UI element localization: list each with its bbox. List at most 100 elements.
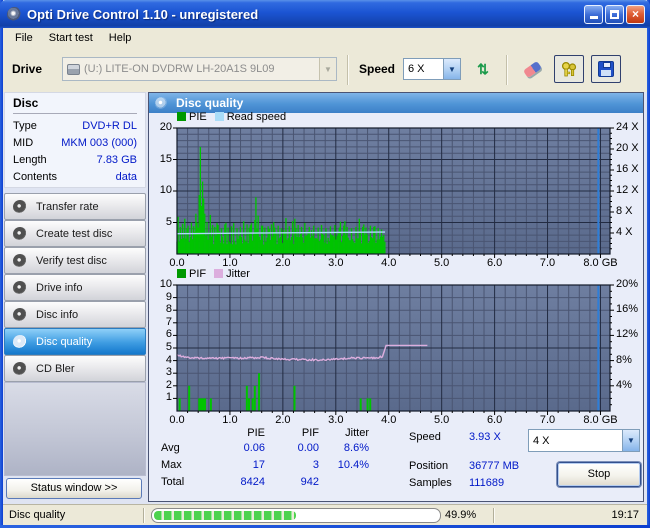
main-panel-title: Disc quality: [176, 96, 244, 110]
sidebar-item-disc-info[interactable]: Disc info: [4, 301, 146, 328]
close-button[interactable]: ×: [626, 5, 645, 24]
y2-tick-label: 20%: [616, 278, 639, 290]
refresh-drives-button[interactable]: ⇅: [468, 55, 498, 83]
minimize-button[interactable]: [584, 5, 603, 24]
erase-disc-button[interactable]: [517, 55, 547, 83]
sidebar-item-label: Transfer rate: [36, 200, 99, 213]
sidebar-item-drive-info[interactable]: Drive info: [4, 274, 146, 301]
disc-icon: [155, 96, 168, 110]
drive-label: Drive: [12, 62, 43, 76]
sidebar-item-label: Create test disc: [36, 227, 113, 240]
window-title: Opti Drive Control 1.10 - unregistered: [27, 6, 259, 22]
y2-tick-label: 12%: [616, 328, 639, 341]
pie-legend-swatch: [177, 112, 186, 121]
y-tick-label: 10: [159, 278, 172, 290]
menu-start-test[interactable]: Start test: [41, 30, 101, 46]
toolbar-separator: [506, 55, 508, 85]
title-bar: Opti Drive Control 1.10 - unregistered ×: [0, 0, 650, 28]
disc-length-label: Length: [13, 154, 47, 166]
y-tick-label: 10: [159, 184, 172, 196]
y2-tick-label: 12 X: [616, 184, 639, 196]
chevron-down-icon: ▼: [622, 430, 639, 451]
menu-bar: File Start test Help: [3, 28, 647, 47]
disc-icon: [13, 334, 27, 349]
divider: [13, 113, 137, 114]
main-panel: Disc quality PIE Read speed 5 10 15 20 4 X8 …: [148, 92, 644, 502]
app-window: Opti Drive Control 1.10 - unregistered ×…: [0, 0, 650, 528]
disc-info-row: Contents data: [13, 169, 137, 186]
y-tick-label: 7: [165, 315, 172, 328]
main-panel-header: Disc quality: [149, 93, 643, 113]
save-button[interactable]: [591, 55, 621, 83]
sidebar-item-label: Disc quality: [36, 335, 93, 348]
sidebar-item-label: CD Bler: [36, 362, 75, 375]
stats-header-pie: PIE: [247, 427, 265, 439]
menu-help[interactable]: Help: [101, 30, 140, 46]
toolbar-separator: [347, 55, 349, 85]
menu-file[interactable]: File: [7, 30, 41, 46]
statusbar-separator: [143, 507, 145, 523]
speed-stat-value: 3.93 X: [469, 431, 501, 443]
legend-label: PIE: [189, 110, 207, 123]
y-tick-label: 9: [165, 290, 172, 303]
disc-icon: [13, 226, 27, 241]
status-window-button[interactable]: Status window >>: [6, 478, 142, 499]
stats-avg-pie: 0.06: [243, 442, 265, 454]
read-speed-legend-swatch: [214, 112, 224, 121]
speed-select[interactable]: 6 X ▼: [403, 58, 461, 80]
sidebar-item-cd-bler[interactable]: CD Bler: [4, 355, 146, 382]
minimize-icon: [589, 16, 598, 19]
y-tick-label: 2: [165, 378, 172, 391]
legend-label: PIF: [189, 267, 207, 280]
test-speed-select[interactable]: 4 X ▼: [528, 429, 640, 452]
drive-select-value: (U:) LITE-ON DVDRW LH-20A1S 9L09: [84, 63, 275, 75]
sidebar-item-label: Disc info: [36, 308, 79, 321]
status-bar: Disc quality 49.9% 19:17: [3, 504, 647, 525]
drive-select[interactable]: (U:) LITE-ON DVDRW LH-20A1S 9L09 ▼: [62, 57, 337, 81]
y-tick-label: 5: [165, 341, 172, 353]
toolbar: Drive (U:) LITE-ON DVDRW LH-20A1S 9L09 ▼…: [3, 47, 647, 92]
progress-percent: 49.9%: [445, 509, 477, 521]
register-button[interactable]: [554, 55, 584, 83]
progress-bar: [151, 507, 441, 523]
keys-icon: [561, 61, 576, 76]
disc-contents-label: Contents: [13, 171, 58, 183]
floppy-icon: [598, 61, 614, 77]
stop-button[interactable]: Stop: [557, 462, 641, 487]
position-stat-label: Position: [409, 460, 449, 472]
y2-tick-label: 20 X: [616, 142, 639, 154]
y-tick-label: 3: [165, 366, 172, 379]
speed-select-value: 6 X: [408, 63, 425, 75]
disc-info-row: Type DVD+R DL: [13, 118, 137, 135]
y2-tick-label: 4 X: [616, 226, 633, 238]
stats-max-pie: 17: [252, 459, 265, 471]
stats-row-label: Total: [161, 476, 185, 488]
refresh-icon: ⇅: [477, 60, 489, 77]
sidebar-item-create-test-disc[interactable]: Create test disc: [4, 220, 146, 247]
stats-total-pie: 8424: [240, 476, 265, 488]
y-tick-label: 6: [165, 328, 172, 341]
disc-length-value: 7.83 GB: [96, 154, 137, 166]
statusbar-mode: Disc quality: [9, 509, 66, 521]
y2-tick-label: 24 X: [616, 121, 639, 133]
stats-max-jitter: 10.4%: [337, 459, 369, 471]
pif-chart-legend: PIF Jitter: [177, 267, 258, 280]
y2-tick-label: 8 X: [616, 205, 633, 217]
stats-row-label: Avg: [161, 442, 180, 454]
disc-icon: [13, 307, 27, 322]
disc-mid-value: MKM 003 (000): [61, 137, 137, 149]
sidebar-item-label: Verify test disc: [36, 254, 107, 267]
disc-mid-label: MID: [13, 137, 34, 149]
sidebar-item-verify-test-disc[interactable]: Verify test disc: [4, 247, 146, 274]
disc-icon: [13, 199, 27, 214]
disc-type-label: Type: [13, 120, 37, 132]
legend-label: Read speed: [226, 110, 287, 123]
maximize-button[interactable]: [605, 5, 624, 24]
y2-tick-label: 16 X: [616, 163, 639, 175]
drive-icon: [67, 63, 80, 75]
pie-chart: PIE Read speed 5 10 15 20 4 X 8 X 12 X 16 X 20 X…: [149, 111, 643, 271]
chevron-down-icon: ▼: [443, 59, 460, 79]
pif-jitter-chart: PIF Jitter 1 2 3 4 5 6 7 8 9 10 4% 8% 12% 16% 20% 0.0 1…: [149, 268, 643, 428]
sidebar-item-disc-quality[interactable]: Disc quality: [4, 328, 146, 355]
sidebar-item-transfer-rate[interactable]: Transfer rate: [4, 193, 146, 220]
